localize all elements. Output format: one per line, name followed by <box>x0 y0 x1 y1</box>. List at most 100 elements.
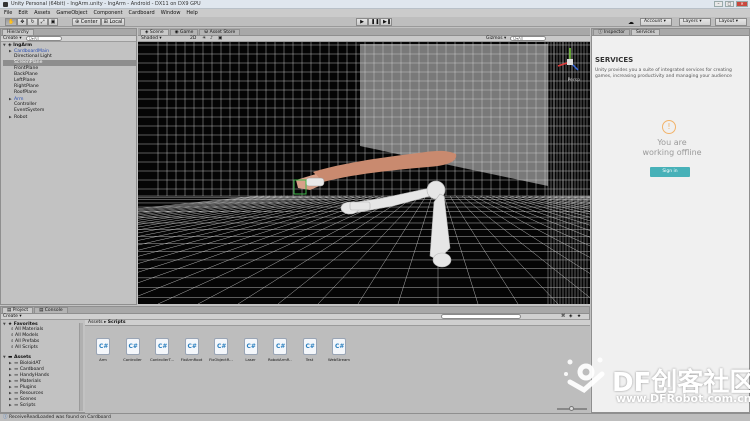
window-title: Unity Personal (64bit) - IngArm.unity - … <box>11 1 201 7</box>
project-create-button[interactable]: Create ▾ <box>3 314 22 319</box>
script-asset-label: Arm <box>99 357 107 362</box>
title-bar: Unity Personal (64bit) - IngArm.unity - … <box>0 0 750 9</box>
persp-label[interactable]: Persp <box>568 78 580 83</box>
main-toolbar: ✋ ✥ ↻ ⤢ ▣ ⊕ Center ⊞ Local ▶ ❚❚ ▶❚ ☁ Acc… <box>0 17 750 27</box>
hierarchy-item-label: RightPlane <box>14 84 39 89</box>
script-asset[interactable]: C# RobotArmR... <box>268 338 292 362</box>
tab-asset-store[interactable]: ⛁ Asset Store <box>199 29 241 35</box>
breadcrumb-scripts[interactable]: Scripts <box>108 320 126 325</box>
scale-tool-button[interactable]: ⤢ <box>37 18 48 26</box>
status-message[interactable]: ReceiveReadLoaded was found on Cardboard <box>9 415 111 420</box>
tab-console-label: Console <box>44 308 63 313</box>
move-tool-button[interactable]: ✥ <box>17 18 28 26</box>
space-icon: ⊞ <box>103 19 108 25</box>
hierarchy-item-label: RoofPlane <box>14 90 37 95</box>
script-asset[interactable]: C# Laser <box>239 338 263 362</box>
tab-scene[interactable]: ◈ Scene <box>140 29 169 35</box>
gizmos-dropdown[interactable]: Gizmos ▾ <box>486 36 506 41</box>
account-dropdown[interactable]: Account ▾ <box>640 18 672 26</box>
layout-dropdown[interactable]: Layout ▾ <box>715 18 747 26</box>
hierarchy-search-input[interactable]: Q▾All <box>25 36 62 41</box>
tab-services[interactable]: Services <box>630 29 660 35</box>
account-label: Account <box>644 19 663 24</box>
hierarchy-create-button[interactable]: Create ▾ <box>3 36 22 41</box>
favorites-list: ⌕ All Materials ⌕ All Models ⌕ All Prefabs… <box>3 327 83 351</box>
hierarchy-item[interactable]: ▶ Robot <box>3 114 136 120</box>
menu-window[interactable]: Window <box>161 10 181 16</box>
sign-in-button[interactable]: Sign in <box>650 167 690 177</box>
hierarchy-item-label: BackPlane <box>14 72 38 77</box>
script-asset-label: WebStream <box>327 357 350 362</box>
hierarchy-list: ▶ CardboardMain Directional Light ScreenPla… <box>3 48 136 120</box>
tab-project[interactable]: ▤ Project <box>2 307 34 313</box>
tab-scene-label: Scene <box>149 30 164 35</box>
close-button[interactable]: ✕ <box>736 1 748 7</box>
menu-bar: File Edit Assets GameObject Component Ca… <box>0 9 750 17</box>
menu-help[interactable]: Help <box>186 10 197 16</box>
script-asset[interactable]: C# Controller <box>121 338 145 362</box>
menu-assets[interactable]: Assets <box>34 10 50 16</box>
tab-game[interactable]: ◉ Game <box>169 29 199 35</box>
play-icon: ▶ <box>360 19 364 25</box>
offline-line-1: You are <box>657 138 687 147</box>
robot-arm <box>340 180 452 268</box>
csharp-script-icon: C# <box>243 338 258 355</box>
menu-file[interactable]: File <box>4 10 12 16</box>
light-toggle-icon[interactable]: ☀ <box>202 36 206 41</box>
filter-label-icon[interactable]: ◈ <box>569 314 572 319</box>
project-panel: ▤ Project ▤ Console Create ▾ ⌘ ◈ ★ ▼ ★ Fa… <box>0 306 590 413</box>
layers-label: Layers <box>683 19 698 24</box>
asset-folder-item[interactable]: ▶ ▬ Scripts <box>3 402 83 408</box>
hierarchy-item-label: Controller <box>14 102 37 107</box>
menu-cardboard[interactable]: Cardboard <box>129 10 155 16</box>
hand-tool-button[interactable]: ✋ <box>5 18 18 26</box>
script-asset-label: RobotArmR... <box>268 357 292 362</box>
filter-type-icon[interactable]: ⌘ <box>561 314 566 319</box>
pause-button[interactable]: ❚❚ <box>368 18 380 26</box>
step-button[interactable]: ▶❚ <box>380 18 392 26</box>
tab-inspector-label: Inspector <box>603 30 625 35</box>
pivot-toggle[interactable]: ⊕ Center <box>72 18 101 26</box>
assets-folder-list: ▶ ▬ BioloidAT ▶ ▬ Cardboard ▶ ▬ HandyHands ▶ ▬ … <box>3 360 83 408</box>
scene-viewport[interactable]: Persp <box>138 36 590 304</box>
shading-dropdown[interactable]: Shaded ▾ <box>141 36 162 41</box>
tab-game-label: Game <box>180 30 194 35</box>
space-toggle[interactable]: ⊞ Local <box>100 18 126 26</box>
script-asset[interactable]: C# WebStream <box>327 338 351 362</box>
favorite-item-label: All Scripts <box>15 345 38 350</box>
scene-search-input[interactable]: Q▾All <box>510 36 546 41</box>
script-asset[interactable]: C# FixObjectR... <box>209 338 233 362</box>
play-button[interactable]: ▶ <box>356 18 368 26</box>
hierarchy-item-label: Directional Light <box>14 54 52 59</box>
hierarchy-item-label: FrontPlane <box>14 66 39 71</box>
tab-hierarchy[interactable]: Hierarchy <box>2 29 34 35</box>
tree-scrollbar[interactable] <box>79 323 83 411</box>
unity-logo-icon <box>3 1 8 7</box>
audio-toggle-icon[interactable]: ♪ <box>210 36 213 41</box>
rotate-tool-button[interactable]: ↻ <box>27 18 38 26</box>
script-asset[interactable]: C# FixArmRoot <box>180 338 204 362</box>
menu-gameobject[interactable]: GameObject <box>56 10 87 16</box>
tab-inspector[interactable]: ⓘ Inspector <box>593 29 630 35</box>
script-asset[interactable]: C# Arm <box>91 338 115 362</box>
favorite-item[interactable]: ⌕ All Scripts <box>3 345 83 351</box>
layers-dropdown[interactable]: Layers ▾ <box>679 18 711 26</box>
mode-2d-toggle[interactable]: 2D <box>190 36 196 41</box>
maximize-button[interactable]: □ <box>725 1 734 7</box>
tab-console[interactable]: ▤ Console <box>34 307 68 313</box>
minimize-button[interactable]: – <box>714 1 723 7</box>
menu-edit[interactable]: Edit <box>18 10 28 16</box>
breadcrumb-assets[interactable]: Assets <box>88 320 103 325</box>
project-search-input[interactable] <box>441 314 521 319</box>
rotate-icon: ↻ <box>30 19 35 25</box>
script-asset[interactable]: C# Test <box>298 338 322 362</box>
asset-folder-label: Scripts <box>19 403 36 408</box>
menu-component[interactable]: Component <box>94 10 123 16</box>
cloud-icon[interactable]: ☁ <box>628 19 634 26</box>
rect-tool-button[interactable]: ▣ <box>47 18 59 26</box>
script-asset[interactable]: C# ControllerT... <box>150 338 174 362</box>
effects-toggle-icon[interactable]: ▣ <box>218 36 222 41</box>
favorite-star-icon[interactable]: ★ <box>577 314 581 319</box>
favorite-item-label: All Materials <box>15 327 44 332</box>
pause-icon: ❚❚ <box>371 19 380 25</box>
